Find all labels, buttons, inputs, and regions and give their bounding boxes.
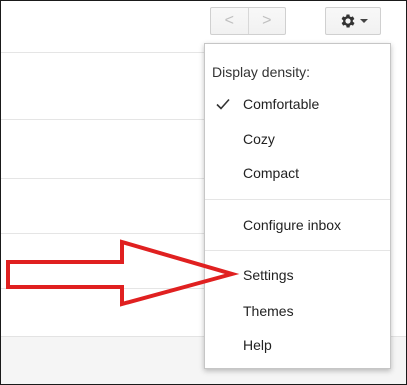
menu-separator [205,250,390,251]
menu-item-label: Configure inbox [243,217,342,233]
list-divider [1,119,211,120]
menu-item-compact[interactable]: Compact [205,158,390,188]
chevron-right-icon: > [262,12,272,29]
list-divider [1,288,211,289]
chevron-down-icon [359,18,368,24]
list-divider [1,233,211,234]
menu-item-label: Cozy [243,131,275,147]
menu-item-themes[interactable]: Themes [205,296,390,326]
menu-item-settings[interactable]: Settings [205,260,390,290]
next-button[interactable]: > [247,8,286,34]
checkmark-icon [215,96,231,112]
settings-gear-button[interactable] [325,7,381,35]
menu-item-help[interactable]: Help [205,330,390,360]
menu-item-cozy[interactable]: Cozy [205,124,390,154]
gear-icon [339,12,357,30]
list-divider [1,178,211,179]
menu-item-label: Themes [243,303,294,319]
menu-item-comfortable[interactable]: Comfortable [205,89,390,119]
previous-button[interactable]: < [211,8,248,34]
menu-item-label: Help [243,337,272,353]
display-density-header: Display density: [212,64,311,80]
menu-item-label: Settings [243,267,294,283]
app-window: < > Display density: Comfortable Cozy Co… [0,0,407,385]
pagination-controls: < > [210,7,286,35]
menu-separator [205,199,390,200]
menu-item-label: Compact [243,165,300,181]
menu-item-label: Comfortable [243,96,320,112]
settings-dropdown-menu: Display density: Comfortable Cozy Compac… [204,43,391,369]
chevron-left-icon: < [224,12,234,29]
menu-item-configure-inbox[interactable]: Configure inbox [205,210,390,240]
list-divider [1,52,211,53]
